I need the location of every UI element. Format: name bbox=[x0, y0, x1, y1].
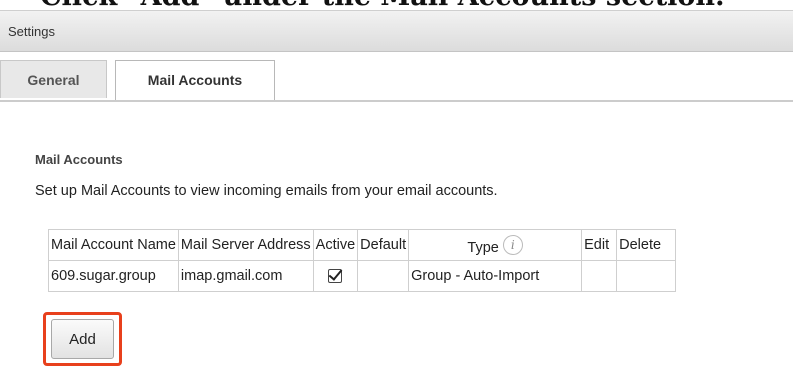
section-title: Mail Accounts bbox=[35, 152, 123, 167]
mail-accounts-table: Mail Account Name Mail Server Address Ac… bbox=[48, 229, 677, 292]
table-row[interactable]: 609.sugar.group imap.gmail.com Group - A… bbox=[48, 260, 677, 292]
active-checkbox[interactable] bbox=[328, 269, 343, 284]
cell-server-address: imap.gmail.com bbox=[177, 260, 314, 292]
column-header-type-label: Type bbox=[467, 239, 499, 256]
tab-mail-accounts[interactable]: Mail Accounts bbox=[115, 60, 275, 100]
column-header-delete: Delete bbox=[616, 229, 677, 261]
column-header-default[interactable]: Default bbox=[357, 229, 410, 261]
info-icon[interactable]: i bbox=[502, 234, 523, 255]
tab-general[interactable]: General bbox=[0, 60, 107, 98]
column-header-active[interactable]: Active bbox=[312, 229, 359, 261]
cell-active bbox=[312, 260, 359, 292]
cell-edit[interactable] bbox=[581, 260, 618, 292]
tab-strip: General Mail Accounts bbox=[0, 60, 793, 102]
section-description: Set up Mail Accounts to view incoming em… bbox=[35, 183, 498, 199]
column-header-server-address[interactable]: Mail Server Address bbox=[177, 229, 314, 261]
settings-title: Settings bbox=[8, 24, 55, 39]
add-button[interactable]: Add bbox=[51, 319, 114, 359]
column-header-type[interactable]: Type i bbox=[408, 229, 583, 261]
table-header-row: Mail Account Name Mail Server Address Ac… bbox=[48, 229, 677, 261]
settings-header: Settings bbox=[0, 10, 793, 52]
cell-default bbox=[357, 260, 410, 292]
instruction-caption: Click "Add" under the Mail Accounts sect… bbox=[40, 0, 793, 8]
column-header-account-name[interactable]: Mail Account Name bbox=[48, 229, 179, 261]
cell-account-name[interactable]: 609.sugar.group bbox=[48, 260, 179, 292]
cell-delete[interactable] bbox=[616, 260, 677, 292]
column-header-edit: Edit bbox=[581, 229, 618, 261]
cell-type: Group - Auto-Import bbox=[408, 260, 583, 292]
